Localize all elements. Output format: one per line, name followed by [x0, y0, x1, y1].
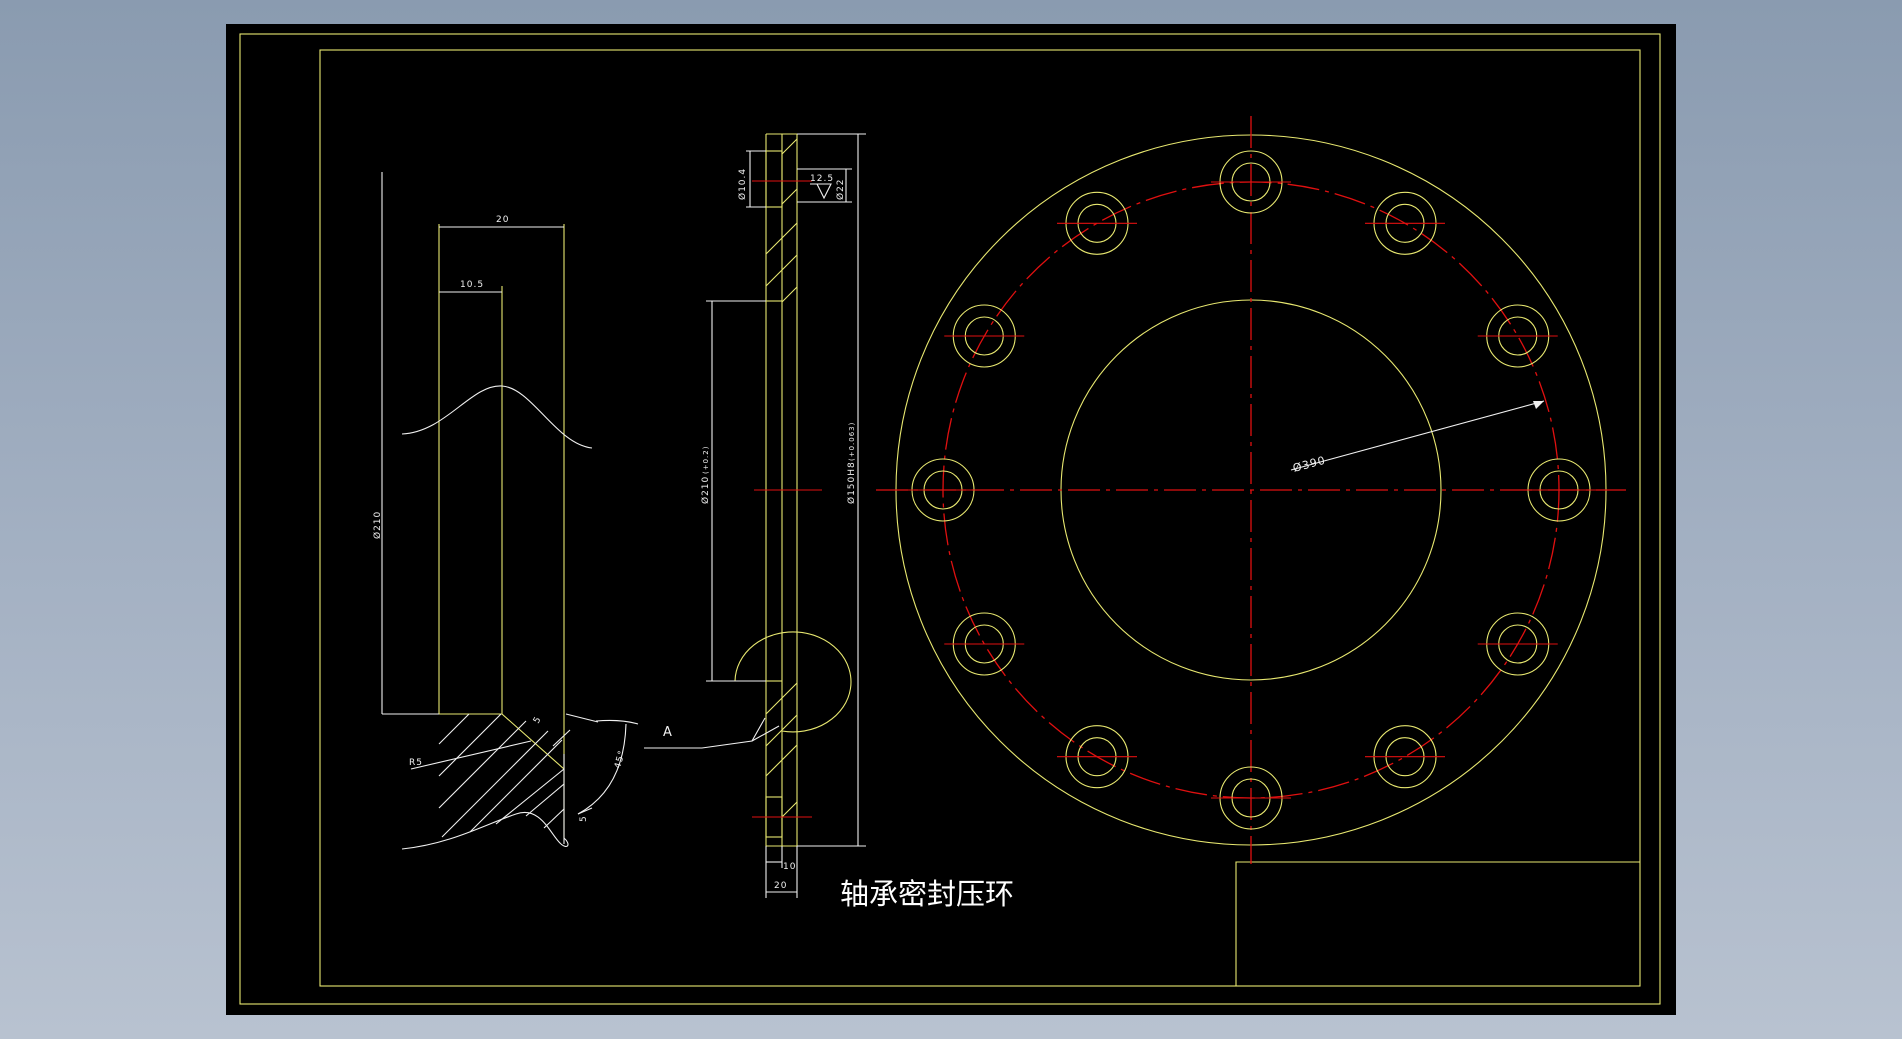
- bolt-hole: [903, 458, 983, 522]
- dim-bore-dia: Ø210: [700, 476, 711, 504]
- cad-drawing: 20 10.5 Ø210 R5 5 5 45° A Ø10.4 12.5 Ø22…: [239, 33, 1661, 1005]
- bolt-hole: [944, 304, 1025, 368]
- detail-view: 20 10.5 Ø210 R5 5 5 45°: [372, 172, 639, 850]
- bolt-hole: [1477, 304, 1558, 368]
- bolt-hole: [1057, 725, 1137, 789]
- drawing-title: 轴承密封压环: [840, 877, 1014, 911]
- bolt-hole: [1365, 725, 1445, 789]
- section-view: A Ø10.4 12.5 Ø22 Ø210 (+0.2) Ø150H8 (+0.…: [644, 133, 866, 898]
- dim-thick-small: 10: [783, 862, 796, 872]
- dim-chamfer-2: 5: [579, 815, 589, 822]
- detail-label-a: A: [663, 725, 673, 740]
- dim-counterbore-dia: Ø22: [835, 178, 846, 200]
- dim-detail-width: 20: [496, 215, 509, 225]
- dim-chamfer-1: 5: [532, 715, 544, 726]
- dim-hole-dia: Ø10.4: [737, 168, 748, 200]
- bolt-hole: [1365, 191, 1445, 255]
- dim-bolt-circle: Ø390: [1291, 454, 1327, 475]
- dim-bore-tol: (+0.2): [702, 446, 710, 474]
- dim-detail-diameter: Ø210: [372, 511, 383, 539]
- dim-thick-total: 20: [774, 881, 787, 891]
- dim-spigot-tol: (+0.063): [848, 422, 856, 461]
- bolt-hole: [1477, 612, 1558, 676]
- dim-spigot-dia: Ø150H8: [846, 461, 857, 504]
- bolt-hole: [1519, 458, 1599, 522]
- title-block-frame: [1235, 861, 1640, 986]
- front-view: Ø390: [876, 116, 1626, 864]
- drawing-sheet: 20 10.5 Ø210 R5 5 5 45° A Ø10.4 12.5 Ø22…: [226, 24, 1676, 1015]
- bolt-hole: [944, 612, 1025, 676]
- dim-detail-depth: 10.5: [460, 280, 484, 290]
- bolt-hole: [1057, 191, 1137, 255]
- dim-angle: 45°: [613, 749, 628, 770]
- outer-border: [239, 33, 1661, 1005]
- dim-fillet: R5: [409, 758, 423, 768]
- dim-roughness: 12.5: [810, 174, 834, 184]
